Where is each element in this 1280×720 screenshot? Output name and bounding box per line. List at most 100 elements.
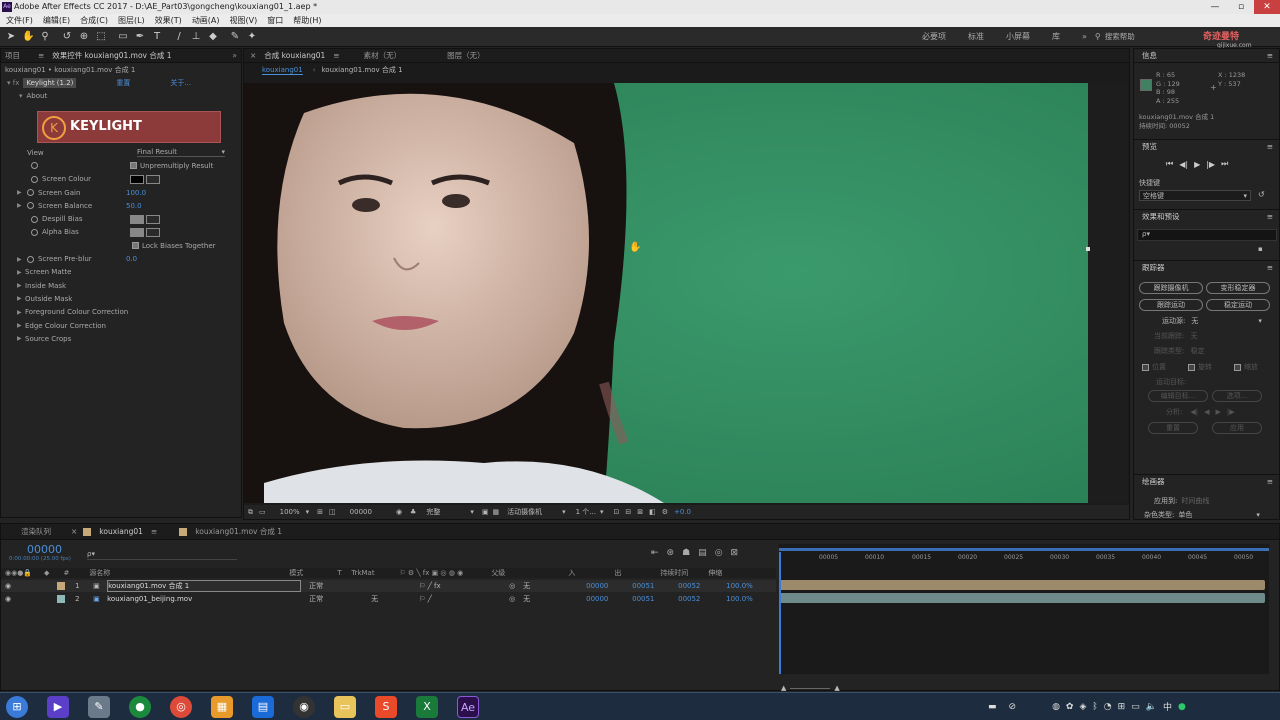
- windows-tray-icon[interactable]: ⊞: [1118, 702, 1126, 712]
- layer-mode[interactable]: 正常: [309, 581, 371, 591]
- maximize-button[interactable]: ▫: [1228, 0, 1254, 14]
- close-button[interactable]: ✕: [1254, 0, 1280, 14]
- track-motion-button[interactable]: 跟踪运动: [1139, 299, 1203, 311]
- expand-arrow-icon[interactable]: ▶: [17, 189, 25, 196]
- expand-arrow-icon[interactable]: ▶: [17, 202, 25, 209]
- chevron-down-icon[interactable]: ▾: [562, 508, 566, 516]
- chevron-down-icon[interactable]: ▾: [470, 508, 474, 516]
- layer-handle[interactable]: [1086, 247, 1090, 251]
- play-icon[interactable]: ▶: [1194, 160, 1200, 169]
- edit-target-button[interactable]: 编辑目标...: [1148, 390, 1208, 402]
- screen-preblur-value[interactable]: 0.0: [126, 255, 137, 263]
- obs-icon[interactable]: ◉: [293, 695, 315, 718]
- store-icon[interactable]: ▤: [252, 695, 274, 718]
- stopwatch-icon[interactable]: [31, 215, 38, 223]
- tray-app-icon[interactable]: ✿: [1066, 702, 1074, 712]
- layer-parent[interactable]: 无: [523, 594, 586, 604]
- layer-switches[interactable]: ⚐ ╱ fx: [419, 582, 509, 590]
- group-outside-mask[interactable]: ▶ Outside Mask: [1, 292, 241, 305]
- reset-link[interactable]: 重置: [116, 78, 130, 88]
- menu-effect[interactable]: 效果(T): [155, 15, 182, 26]
- workspace-essentials[interactable]: 必要项: [922, 31, 946, 42]
- time-graph[interactable]: 00005 00010 00015 00020 00025 00030 0003…: [779, 544, 1269, 674]
- menu-layer[interactable]: 图层(L): [118, 15, 145, 26]
- layer-name[interactable]: kouxiang01_beijing.mov: [107, 595, 301, 603]
- rotate-tool-icon[interactable]: ↺: [61, 31, 73, 43]
- layer-duration-bar[interactable]: [779, 593, 1265, 603]
- layer-out[interactable]: 00051: [632, 595, 678, 603]
- analyze-forward-icon[interactable]: ▶: [1216, 408, 1221, 416]
- close-tab-icon[interactable]: ×: [250, 51, 256, 60]
- s-app-icon[interactable]: S: [375, 695, 397, 718]
- preview-icon[interactable]: ▭: [259, 508, 266, 516]
- about-expand-icon[interactable]: ▾: [19, 92, 23, 100]
- start-icon[interactable]: ⊞: [6, 695, 28, 718]
- camera-dropdown[interactable]: 活动摄像机: [507, 507, 542, 517]
- layer-trkmat[interactable]: 无: [371, 594, 419, 604]
- panel-menu-icon[interactable]: ≡: [333, 51, 339, 60]
- tab-project[interactable]: 项目: [5, 50, 20, 61]
- channel-icon[interactable]: ♣: [410, 508, 416, 516]
- chevron-down-icon[interactable]: ▾: [1256, 511, 1260, 519]
- input-method-icon[interactable]: 中: [1163, 700, 1172, 713]
- screen-colour-swatch[interactable]: [130, 174, 144, 184]
- feather-icon[interactable]: ✎: [88, 695, 110, 718]
- table-row[interactable]: ◉ 2 ▣ kouxiang01_beijing.mov 正常 无 ⚐ ╱ ◎ …: [1, 593, 776, 605]
- analyze-back-icon[interactable]: ◀: [1204, 408, 1209, 416]
- puppet-pin-tool-icon[interactable]: ✦: [246, 31, 258, 43]
- shortcut-dropdown[interactable]: 空格键 ▾: [1139, 190, 1251, 201]
- folder-icon[interactable]: ▭: [334, 695, 356, 718]
- tab-timeline-precomp[interactable]: kouxiang01.mov 合成 1: [195, 526, 282, 537]
- layer-duration-bar[interactable]: [779, 580, 1265, 590]
- menu-window[interactable]: 窗口: [267, 15, 283, 26]
- last-frame-icon[interactable]: ⏭: [1221, 159, 1228, 169]
- panel-menu-icon[interactable]: ≡: [1267, 212, 1273, 221]
- search-help-field[interactable]: 搜索帮助: [1105, 31, 1135, 42]
- effects-search-input[interactable]: ρ▾: [1137, 229, 1277, 241]
- views-dropdown[interactable]: 1 个...: [576, 507, 596, 517]
- stopwatch-icon[interactable]: [31, 175, 38, 183]
- group-edge-colour-correction[interactable]: ▶ Edge Colour Correction: [1, 319, 241, 332]
- reset-shortcut-icon[interactable]: ↺: [1258, 190, 1265, 199]
- tab-composition[interactable]: 合成 kouxiang01: [264, 50, 325, 61]
- layer-in[interactable]: 00000: [586, 595, 632, 603]
- app-tray-icon[interactable]: ⊘: [1009, 702, 1017, 712]
- pen-tool-icon[interactable]: ✒: [134, 31, 146, 43]
- chat-icon[interactable]: ●: [1178, 702, 1186, 712]
- bluetooth-icon[interactable]: ᛒ: [1092, 702, 1097, 712]
- tab-render-queue[interactable]: 渲染队列: [21, 526, 51, 537]
- motion-blur-icon[interactable]: ◎: [715, 548, 723, 558]
- layer-mode[interactable]: 正常: [309, 594, 371, 604]
- tracker-reset-button[interactable]: 重置: [1148, 422, 1198, 434]
- panel-menu-icon[interactable]: ≡: [38, 51, 44, 60]
- current-time-indicator[interactable]: [779, 552, 781, 674]
- alpha-bias-swatch[interactable]: [130, 227, 144, 237]
- network-icon[interactable]: ◈: [1079, 702, 1086, 712]
- parent-pickwhip-icon[interactable]: ◎: [509, 582, 523, 590]
- selection-tool-icon[interactable]: ➤: [5, 31, 17, 43]
- zoom-tool-icon[interactable]: ⚲: [39, 31, 51, 43]
- camera-tool-icon[interactable]: ⊕: [78, 31, 90, 43]
- fast-previews-icon[interactable]: ◧: [649, 508, 656, 516]
- grid-icon[interactable]: ⊞: [317, 508, 323, 516]
- analyze-back-frame-icon[interactable]: ◀|: [1190, 408, 1198, 416]
- panel-menu-icon[interactable]: ≡: [1267, 263, 1273, 272]
- graph-editor-icon[interactable]: ⊠: [731, 548, 739, 558]
- rotation-checkbox[interactable]: [1188, 363, 1195, 371]
- panel-menu-icon[interactable]: ≡: [151, 527, 157, 536]
- menu-edit[interactable]: 编辑(E): [43, 15, 70, 26]
- warp-stabilizer-button[interactable]: 变形稳定器: [1206, 282, 1270, 294]
- current-time-field[interactable]: 00000: [350, 508, 372, 516]
- eyedropper-icon[interactable]: [146, 174, 160, 184]
- frame-blending-icon[interactable]: ▤: [698, 548, 707, 558]
- menu-help[interactable]: 帮助(H): [293, 15, 321, 26]
- resolution-dropdown[interactable]: 完整: [426, 507, 440, 517]
- roi-icon[interactable]: ▣: [482, 508, 489, 516]
- layer-parent[interactable]: 无: [523, 581, 586, 591]
- label-color-swatch[interactable]: [57, 595, 66, 603]
- motion-source-dropdown[interactable]: 无: [1191, 316, 1198, 326]
- flowchart-icon[interactable]: ⊟: [625, 508, 631, 516]
- tab-timeline-comp[interactable]: kouxiang01: [99, 527, 143, 536]
- transparency-grid-icon[interactable]: ▦: [492, 508, 499, 516]
- layer-name[interactable]: kouxiang01.mov 合成 1: [107, 580, 302, 592]
